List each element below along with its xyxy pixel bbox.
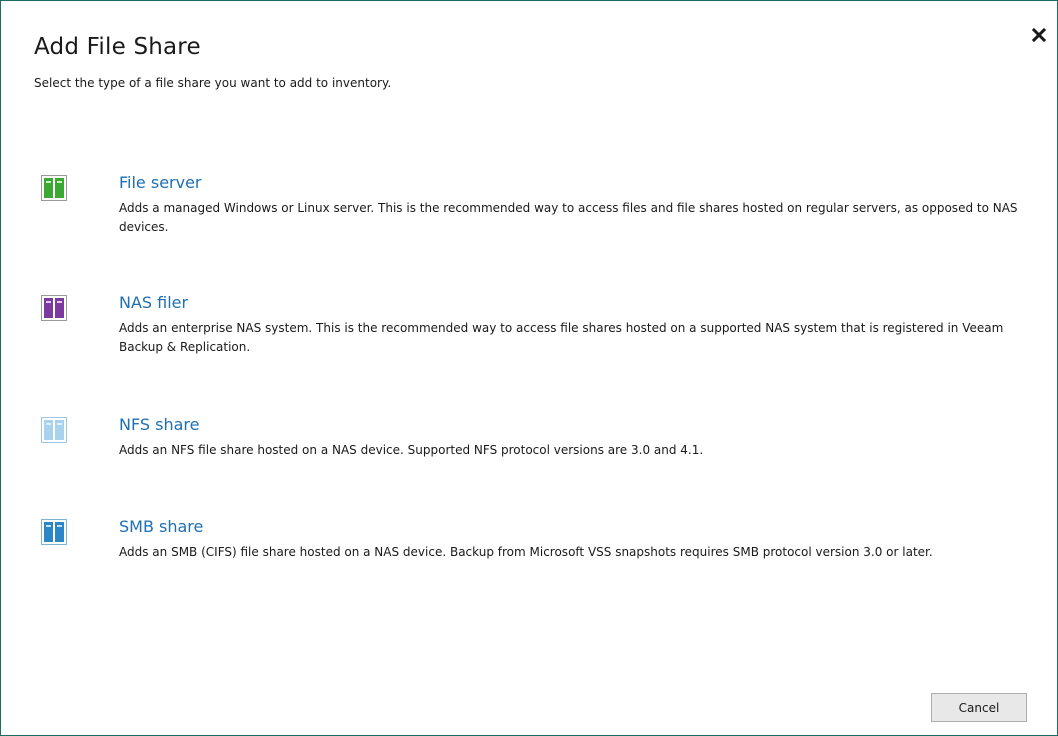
dialog-subtitle: Select the type of a file share you want…: [34, 76, 392, 90]
add-file-share-dialog: Add File Share Select the type of a file…: [0, 0, 1058, 736]
option-description: Adds a managed Windows or Linux server. …: [119, 201, 1018, 234]
option-nfs-share[interactable]: NFS share Adds an NFS file share hosted …: [41, 415, 1031, 465]
option-description: Adds an NFS file share hosted on a NAS d…: [119, 443, 704, 457]
option-smb-share[interactable]: SMB share Adds an SMB (CIFS) file share …: [41, 517, 1031, 587]
file-server-icon: [41, 175, 67, 201]
smb-share-icon: [41, 519, 67, 545]
option-file-server[interactable]: File server Adds a managed Windows or Li…: [41, 173, 1031, 243]
option-title[interactable]: NFS share: [119, 415, 199, 434]
nas-filer-icon: [41, 295, 67, 321]
nfs-share-icon: [41, 417, 67, 443]
dialog-title: Add File Share: [34, 34, 201, 60]
option-nas-filer[interactable]: NAS filer Adds an enterprise NAS system.…: [41, 293, 1031, 363]
close-icon: [1031, 27, 1047, 43]
option-title[interactable]: NAS filer: [119, 293, 188, 312]
cancel-button[interactable]: Cancel: [931, 693, 1027, 722]
option-title[interactable]: SMB share: [119, 517, 203, 536]
option-title[interactable]: File server: [119, 173, 202, 192]
close-button[interactable]: [1029, 25, 1049, 45]
option-description: Adds an SMB (CIFS) file share hosted on …: [119, 545, 933, 559]
option-description: Adds an enterprise NAS system. This is t…: [119, 321, 1004, 354]
